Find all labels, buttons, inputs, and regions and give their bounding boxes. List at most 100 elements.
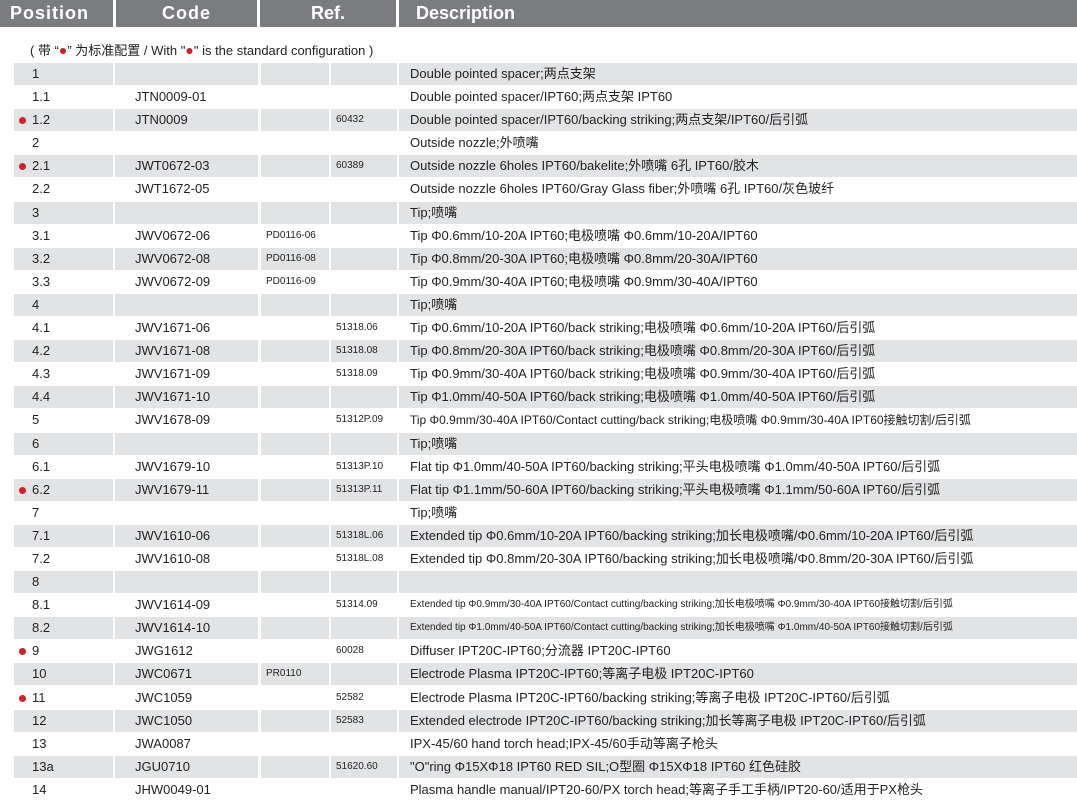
position-label: 4 [32, 296, 40, 312]
position-label: 8 [32, 574, 40, 590]
cell-ref [331, 502, 397, 524]
cell-ref: 51312P.09 [336, 414, 384, 426]
cell-code: JWV1679-10 [135, 458, 211, 474]
cell-description [399, 571, 1077, 594]
cell-position: 1.1 [14, 86, 113, 108]
cell-code [115, 502, 258, 524]
cell-position: 9 [14, 640, 113, 662]
parts-table-page: Position Code Ref. Description ( 带 “ ●” 为… [0, 0, 1077, 801]
position-label: 1 [32, 66, 40, 81]
position-label: 4.3 [32, 366, 51, 382]
cell-ref-code [261, 755, 329, 778]
header-description: Description [399, 0, 1077, 27]
table-row: 2.2 JWT1672-05 Outside nozzle 6holes IPT60… [0, 178, 1077, 201]
position-label: 1.2 [32, 112, 51, 128]
cell-ref-code [261, 502, 329, 524]
cell-description: Tip;喷嘴 [399, 201, 1077, 224]
table-row: 8 [0, 571, 1077, 594]
table-row: 3.2 JWV0672-08 PD0116-08 Tip Φ0.8mm/20-30A … [0, 247, 1077, 271]
cell-ref-code [261, 687, 329, 709]
cell-ref [331, 571, 397, 594]
cell-ref-code [261, 524, 329, 547]
table-row: 2.1 JWT0672-03 60389 Outside nozzle 6holes … [0, 155, 1077, 178]
table-row: 14 JHW0049-01 Plasma handle manual/IPT20-6… [0, 779, 1077, 802]
cell-position: 3 [14, 201, 113, 224]
table-row: 6.1 JWV1679-10 51313P.10 Flat tip Φ1.0mm/40… [0, 456, 1077, 479]
cell-ref [331, 132, 397, 154]
cell-code [115, 571, 258, 594]
position-label: 6.2 [32, 481, 51, 497]
position-label: 3.2 [32, 250, 51, 266]
cell-ref: 51318L.08 [336, 552, 384, 564]
cell-description: Tip Φ0.9mm/30-40A IPT60/Contact cutting/… [410, 413, 971, 428]
cell-ref-code [261, 640, 329, 662]
cell-ref-code [261, 409, 329, 431]
cell-ref-code [261, 571, 329, 594]
cell-code [115, 201, 258, 224]
cell-ref [331, 63, 397, 85]
cell-ref-code [261, 733, 329, 755]
cell-position: 4.3 [14, 363, 113, 385]
cell-code: JWV1614-09 [135, 597, 211, 613]
position-label: 8.1 [32, 597, 51, 613]
table-row: 3.3 JWV0672-09 PD0116-09 Tip Φ0.9mm/30-40A … [0, 271, 1077, 294]
cell-code [115, 132, 258, 154]
cell-ref-code [261, 317, 329, 339]
cell-code: JWG1612 [135, 643, 193, 659]
cell-description: Outside nozzle 6holes IPT60/bakelite;外喷嘴… [399, 155, 1077, 178]
cell-position: 12 [14, 709, 113, 732]
position-label: 5 [32, 412, 40, 428]
cell-description: Outside nozzle;外喷嘴 [410, 135, 539, 151]
cell-ref-code [261, 709, 329, 732]
standard-dot-icon: ● [185, 42, 194, 58]
cell-code: JTN0009 [115, 109, 258, 132]
cell-position: 4.2 [14, 340, 113, 363]
cell-ref: 51314.09 [336, 599, 378, 611]
cell-ref: 60028 [336, 645, 364, 657]
cell-position: 7.2 [14, 548, 113, 570]
cell-ref-code [261, 617, 329, 640]
cell-ref [331, 733, 397, 755]
position-label: 2 [32, 135, 40, 151]
cell-position: 3.3 [14, 271, 113, 293]
cell-description: Electrode Plasma IPT20C-IPT60;等离子电极 IPT2… [399, 663, 1077, 686]
cell-description: Tip;喷嘴 [399, 432, 1077, 455]
cell-description: Plasma handle manual/IPT20-60/PX torch h… [410, 781, 923, 797]
cell-description: Tip Φ0.6mm/10-20A IPT60/back striking;电极… [410, 320, 876, 336]
cell-description: Tip Φ0.9mm/30-40A IPT60;电极喷嘴 Φ0.9mm/30-4… [410, 273, 758, 289]
table-row: 4.2 JWV1671-08 51318.08 Tip Φ0.8mm/20-30A I… [0, 340, 1077, 363]
cell-ref-code [261, 456, 329, 478]
position-label: 3 [32, 204, 40, 220]
cell-code: JHW0049-01 [135, 781, 211, 797]
cell-ref-code: PD0116-09 [266, 275, 316, 287]
cell-position: 8 [14, 571, 113, 594]
table-row: 1 Double pointed spacer;两点支架 [0, 63, 1077, 86]
cell-position: 6.2 [14, 478, 113, 501]
cell-description: Extended tip Φ0.8mm/20-30A IPT60/backing… [410, 550, 974, 566]
cell-code: JWT0672-03 [115, 155, 258, 178]
table-row: 7.1 JWV1610-06 51318L.06 Extended tip Φ0.6m… [0, 524, 1077, 548]
table-row: 13a JGU0710 51620.60 "O"ring Φ15XΦ18 IPT60 … [0, 755, 1077, 779]
table-row: 4 Tip;喷嘴 [0, 293, 1077, 317]
cell-ref [331, 86, 397, 108]
cell-ref-code [261, 478, 329, 501]
cell-position: 4 [14, 293, 113, 316]
cell-position: 10 [14, 663, 113, 686]
cell-description: "O"ring Φ15XΦ18 IPT60 RED SIL;O型圈 Φ15XΦ1… [399, 755, 1077, 778]
cell-description: IPX-45/60 hand torch head;IPX-45/60手动等离子… [410, 735, 718, 751]
position-label: 14 [32, 781, 47, 797]
cell-description: Tip Φ0.6mm/10-20A IPT60;电极喷嘴 Φ0.6mm/10-2… [410, 227, 758, 243]
table-row: 7.2 JWV1610-08 51318L.08 Extended tip Φ0.8m… [0, 548, 1077, 571]
cell-ref-code [261, 86, 329, 108]
cell-ref-code [261, 201, 329, 224]
position-label: 10 [32, 666, 47, 682]
header-position: Position [0, 0, 113, 27]
cell-position: 6.1 [14, 456, 113, 478]
cell-code [115, 63, 258, 85]
cell-ref-code [261, 594, 329, 616]
cell-description: Outside nozzle 6holes IPT60/Gray Glass f… [410, 181, 835, 197]
cell-ref-code [261, 155, 329, 178]
table-row: 1.2 JTN0009 60432 Double pointed spacer/IPT… [0, 109, 1077, 132]
cell-position: 6 [14, 432, 113, 455]
cell-ref: 51313P.11 [331, 478, 397, 501]
